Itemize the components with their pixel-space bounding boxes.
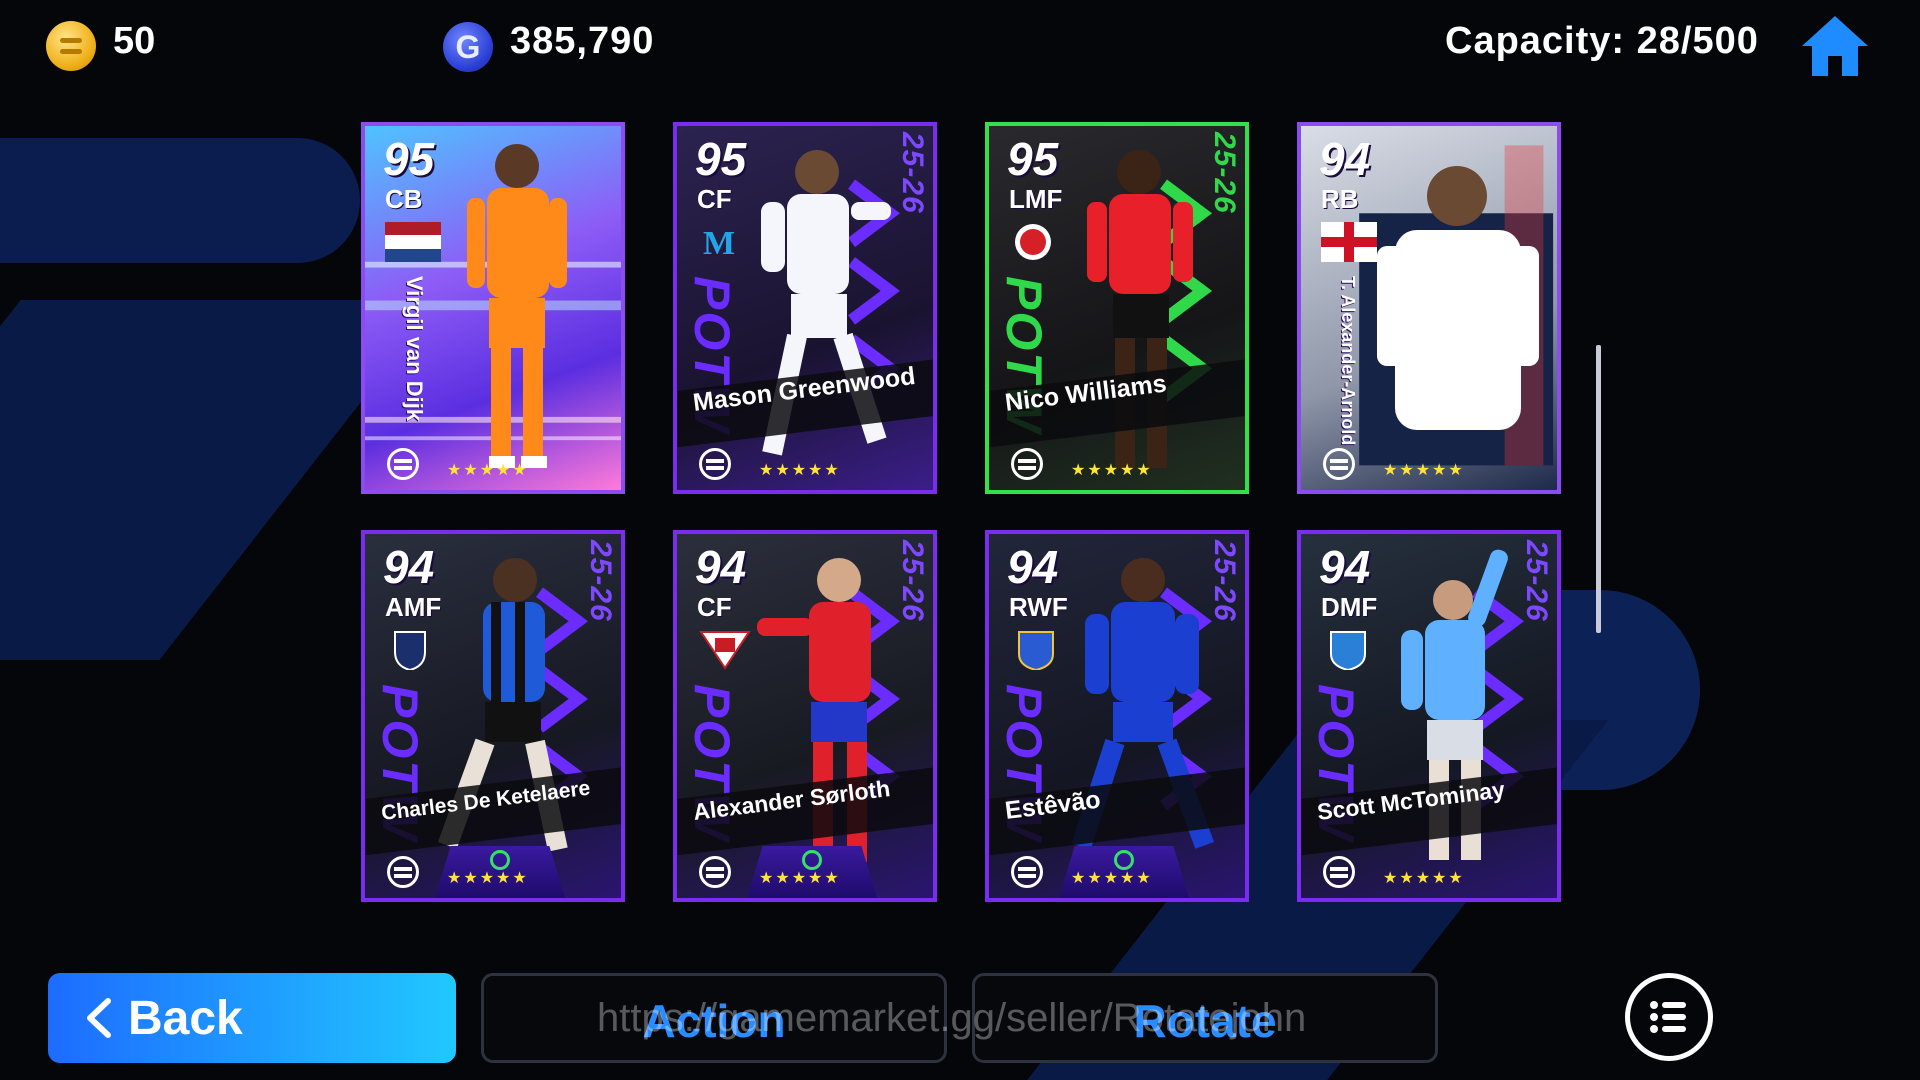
card-rating: 95: [1007, 133, 1059, 185]
card-season: 25-26: [896, 540, 929, 622]
player-card[interactable]: 25-26 POTW 94 RWF Estêvão ★★★★★: [985, 530, 1249, 902]
card-rating: 94: [695, 541, 747, 593]
league-logo-icon: [802, 850, 822, 870]
player-card[interactable]: 25-26 POTW 94 CF Alexander Sørloth ★★★★★: [673, 530, 937, 902]
player-card[interactable]: 95 CB Virgil van Dijk ★★★★★: [361, 122, 625, 494]
card-position: LMF: [1009, 184, 1063, 214]
card-stars: ★★★★★: [1071, 462, 1153, 479]
player-figure: [1087, 150, 1193, 468]
club-crest-icon: [1018, 631, 1054, 670]
player-figure: [467, 144, 567, 468]
card-season: 25-26: [1208, 540, 1241, 622]
scrollbar[interactable]: [1596, 345, 1601, 633]
gp-balance: 385,790: [510, 20, 655, 62]
card-rating: 94: [383, 541, 435, 593]
card-position: AMF: [385, 592, 442, 622]
card-stars: ★★★★★: [447, 870, 529, 887]
england-flag-icon: [1321, 222, 1377, 262]
club-crest-icon: [1015, 224, 1051, 260]
top-bar: 50 G 385,790 Capacity: 28/500: [0, 0, 1920, 90]
efootball-logo-icon: [1011, 856, 1043, 888]
league-logo-icon: [1114, 850, 1134, 870]
card-player-name: Virgil van Dijk: [402, 276, 427, 422]
back-button[interactable]: Back: [48, 973, 456, 1063]
player-card[interactable]: 25-26 POTW 94 AMF Charles De Ketelaere ★…: [361, 530, 625, 902]
card-position: RB: [1321, 184, 1359, 214]
card-stars: ★★★★★: [759, 870, 841, 887]
list-menu-icon: [1650, 1001, 1686, 1033]
card-season: 25-26: [1520, 540, 1553, 622]
player-figure: [1377, 166, 1539, 430]
player-card[interactable]: 25-26 POTW 95 CF M Mason Greenwood ★★★★★: [673, 122, 937, 494]
efootball-logo-icon: [699, 448, 731, 480]
netherlands-flag-icon: [385, 222, 441, 262]
card-player-name: T. Alexander-Arnold: [1338, 276, 1358, 446]
card-position: CF: [697, 184, 732, 214]
card-stars: ★★★★★: [447, 462, 529, 479]
card-season: 25-26: [896, 132, 929, 214]
club-crest-icon: [1330, 631, 1366, 670]
card-position: CF: [697, 592, 732, 622]
list-menu-button[interactable]: [1625, 973, 1713, 1061]
home-icon[interactable]: [1800, 14, 1870, 78]
efootball-logo-icon: [699, 856, 731, 888]
club-crest-icon: M: [703, 225, 735, 262]
efootball-logo-icon: [387, 448, 419, 480]
card-season: 25-26: [584, 540, 617, 622]
card-position: RWF: [1009, 592, 1068, 622]
bg-decoration: [0, 138, 360, 263]
player-card[interactable]: 94 RB T. Alexander-Arnold ★★★★★: [1297, 122, 1561, 494]
league-logo-icon: [490, 850, 510, 870]
card-season: 25-26: [1208, 132, 1241, 214]
efootball-logo-icon: [387, 856, 419, 888]
efootball-logo-icon: [1323, 856, 1355, 888]
card-stars: ★★★★★: [1383, 462, 1465, 479]
card-stars: ★★★★★: [1071, 870, 1153, 887]
card-rating: 94: [1319, 133, 1371, 185]
club-crest-icon: [394, 631, 426, 670]
card-rating: 95: [383, 133, 435, 185]
card-stars: ★★★★★: [1383, 870, 1465, 887]
efootball-logo-icon: [1323, 448, 1355, 480]
svg-text:M: M: [703, 225, 735, 262]
watermark-text: https://gamemarket.gg/seller/Rotatejohn: [597, 996, 1307, 1040]
gp-icon: G: [443, 22, 493, 72]
coin-icon: [46, 21, 96, 71]
card-stars: ★★★★★: [759, 462, 841, 479]
capacity-label: Capacity: 28/500: [1445, 20, 1759, 62]
card-rating: 94: [1007, 541, 1059, 593]
card-rating: 94: [1319, 541, 1371, 593]
back-button-label: Back: [128, 992, 243, 1045]
chevron-left-icon: [87, 998, 111, 1038]
club-crest-icon: [699, 631, 751, 670]
coin-balance: 50: [113, 20, 156, 62]
card-rating: 95: [695, 133, 747, 185]
efootball-logo-icon: [1011, 448, 1043, 480]
card-position: DMF: [1321, 592, 1378, 622]
player-card[interactable]: 25-26 POTW 95 LMF Nico Williams ★★★★★: [985, 122, 1249, 494]
card-position: CB: [385, 184, 423, 214]
player-card[interactable]: 25-26 POTW 94 DMF Scott McTominay ★★★★★: [1297, 530, 1561, 902]
